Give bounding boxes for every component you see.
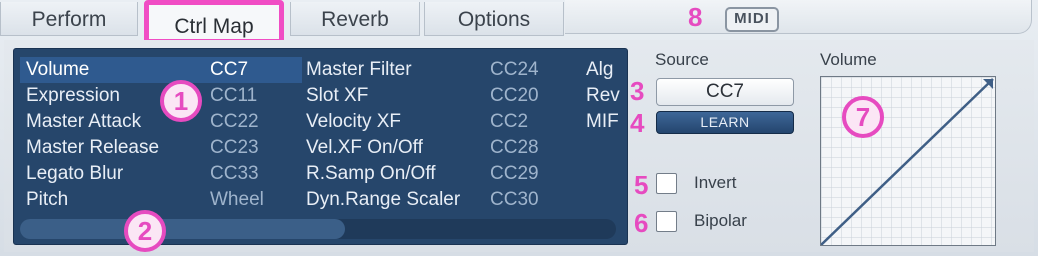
list-item-vel-xf-on-off[interactable]: Vel.XF On/Off CC28 <box>306 135 586 161</box>
annotation-3: 3 <box>630 76 645 106</box>
list-item-cc: CC30 <box>490 189 539 210</box>
curve-label: Volume <box>820 50 877 69</box>
annotation-1: 1 <box>160 80 202 122</box>
list-item-name: Dyn.Range Scaler <box>306 189 461 210</box>
annotation-8: 8 <box>688 2 703 32</box>
list-item-cc: Wheel <box>210 189 264 210</box>
list-item-name: R.Samp On/Off <box>306 163 436 184</box>
list-item-cc: CC11 <box>210 85 258 106</box>
horizontal-scrollbar[interactable] <box>20 219 616 239</box>
tab-ctrl-map[interactable]: Ctrl Map <box>144 0 284 44</box>
list-item-name: MIF <box>586 111 619 132</box>
scrollbar-thumb[interactable] <box>20 219 345 239</box>
list-item-cc: CC7 <box>210 59 249 80</box>
list-item-cc: CC2 <box>490 111 529 132</box>
response-curve-display[interactable] <box>820 76 996 246</box>
list-item-cc: CC24 <box>490 59 539 80</box>
mapping-list[interactable]: Volume CC7 Expression CC11 Master Attack… <box>13 48 628 245</box>
list-item-r-samp-on-off[interactable]: R.Samp On/Off CC29 <box>306 161 586 187</box>
list-item-pitch[interactable]: Pitch Wheel <box>20 187 302 213</box>
annotation-7: 7 <box>842 96 884 138</box>
list-item-rev[interactable]: Rev <box>586 83 626 109</box>
list-item-master-release[interactable]: Master Release CC23 <box>20 135 302 161</box>
bipolar-label: Bipolar <box>694 211 747 230</box>
invert-label: Invert <box>694 173 737 192</box>
mapping-column-1: Volume CC7 Expression CC11 Master Attack… <box>20 57 302 213</box>
list-item-mif[interactable]: MIF <box>586 109 626 135</box>
list-item-master-filter[interactable]: Master Filter CC24 <box>306 57 586 83</box>
annotation-2: 2 <box>124 210 166 252</box>
list-item-name: Pitch <box>26 189 69 210</box>
mapping-column-3: Alg Rev MIF <box>586 57 626 135</box>
list-item-cc: CC33 <box>210 163 259 184</box>
list-item-name: Rev <box>586 85 620 106</box>
source-select[interactable]: CC7 <box>656 78 794 106</box>
tab-bar: Perform Ctrl Map Reverb Options 8 MIDI <box>0 0 1038 44</box>
bipolar-checkbox[interactable] <box>656 211 677 232</box>
annotation-4: 4 <box>630 108 645 138</box>
list-item-name: Vel.XF On/Off <box>306 137 423 158</box>
list-item-slot-xf[interactable]: Slot XF CC20 <box>306 83 586 109</box>
list-item-cc: CC28 <box>490 137 539 158</box>
list-item-velocity-xf[interactable]: Velocity XF CC2 <box>306 109 586 135</box>
list-item-name: Velocity XF <box>306 111 402 132</box>
list-item-cc: CC23 <box>210 137 259 158</box>
list-item-master-attack[interactable]: Master Attack CC22 <box>20 109 302 135</box>
list-item-legato-blur[interactable]: Legato Blur CC33 <box>20 161 302 187</box>
mapping-column-2: Master Filter CC24 Slot XF CC20 Velocity… <box>306 57 586 213</box>
list-item-cc: CC29 <box>490 163 539 184</box>
list-item-dyn-range-scaler[interactable]: Dyn.Range Scaler CC30 <box>306 187 586 213</box>
source-label: Source <box>655 50 709 69</box>
learn-button[interactable]: LEARN <box>656 111 794 134</box>
list-item-cc: CC20 <box>490 85 539 106</box>
list-item-name: Master Release <box>26 137 160 158</box>
list-item-name: Alg <box>586 59 614 80</box>
list-item-name: Expression <box>26 85 120 106</box>
list-item-cc: CC22 <box>210 111 259 132</box>
list-item-name: Slot XF <box>306 85 369 106</box>
tab-options[interactable]: Options <box>424 2 564 36</box>
midi-badge[interactable]: MIDI <box>725 7 779 32</box>
list-item-alg[interactable]: Alg <box>586 57 626 83</box>
list-item-volume[interactable]: Volume CC7 <box>20 57 302 83</box>
tab-perform[interactable]: Perform <box>0 2 138 36</box>
list-item-name: Volume <box>26 59 90 80</box>
invert-checkbox[interactable] <box>656 173 677 194</box>
annotation-6: 6 <box>634 208 649 238</box>
list-item-name: Master Filter <box>306 59 412 80</box>
annotation-5: 5 <box>634 170 649 200</box>
tab-bar-background <box>565 0 1032 34</box>
list-item-name: Legato Blur <box>26 163 124 184</box>
tab-reverb[interactable]: Reverb <box>290 2 420 36</box>
list-item-name: Master Attack <box>26 111 142 132</box>
